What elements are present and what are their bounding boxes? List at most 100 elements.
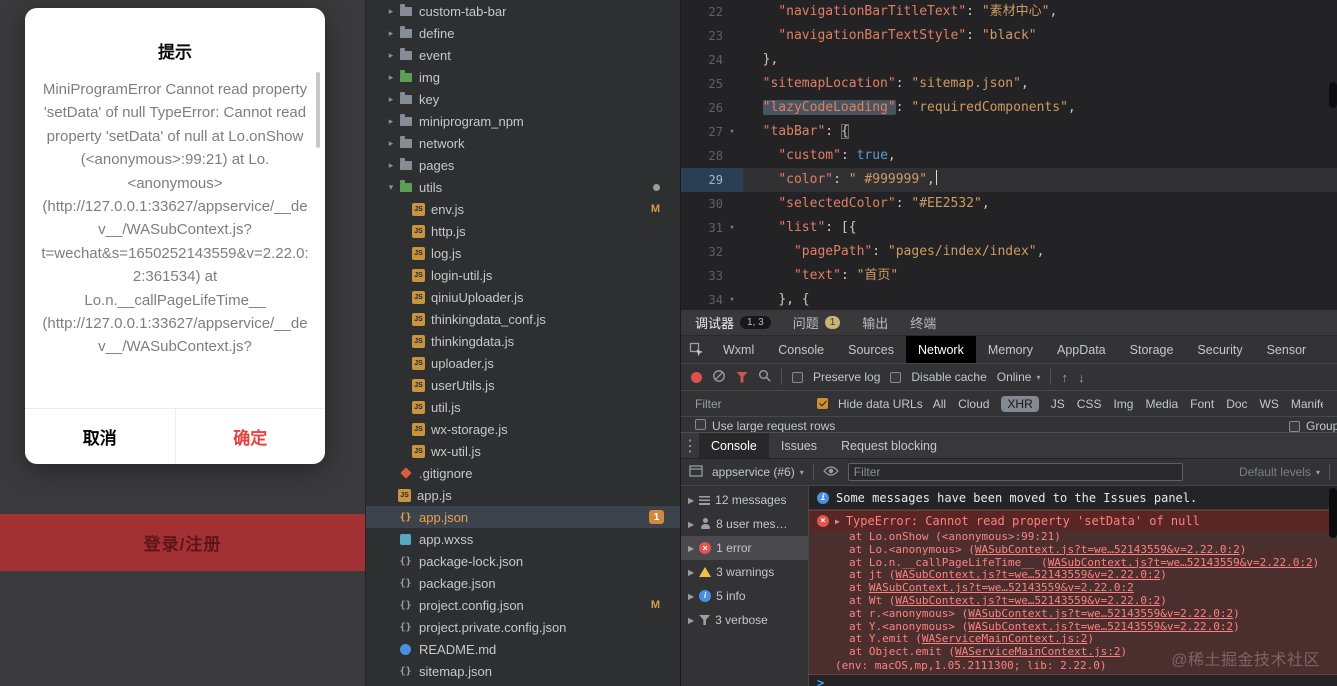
panel-tab-0[interactable]: 调试器 1, 3 — [695, 313, 771, 332]
more-options-icon[interactable]: ⋮ — [681, 433, 699, 458]
error-title-row[interactable]: × ▶ TypeError: Cannot read property 'set… — [809, 511, 1337, 531]
tree-item[interactable]: .gitignore — [366, 462, 680, 484]
code-line[interactable]: 24 }, — [681, 48, 1337, 72]
tree-item[interactable]: JS http.js — [366, 220, 680, 242]
devtools-tab-memory[interactable]: Memory — [976, 336, 1045, 363]
chevron-down-icon[interactable]: ▾ — [384, 182, 398, 193]
tree-item[interactable]: {} app.json 1 — [366, 506, 680, 528]
tree-item[interactable]: ▸ define — [366, 22, 680, 44]
fold-arrow-icon[interactable]: ▾ — [723, 288, 741, 310]
tree-item[interactable]: {} project.config.json M — [366, 594, 680, 616]
tree-item[interactable]: ▸ network — [366, 132, 680, 154]
console-sidebar-item[interactable]: ▶ 3 warnings — [681, 560, 808, 584]
stack-link[interactable]: WAServiceMainContext.js:2 — [922, 633, 1088, 645]
panel-tab-1[interactable]: 问题 1 — [793, 313, 841, 332]
code-line[interactable]: 27 ▾ "tabBar": { — [681, 120, 1337, 144]
fold-arrow-icon[interactable]: ▾ — [723, 120, 741, 144]
console-tab-issues[interactable]: Issues — [769, 433, 829, 458]
console-scrollbar[interactable] — [1329, 488, 1337, 538]
tree-item[interactable]: JS env.js M — [366, 198, 680, 220]
devtools-tab-network[interactable]: Network — [905, 336, 976, 363]
code-line[interactable]: 23 "navigationBarTextStyle": "black" — [681, 24, 1337, 48]
tree-item[interactable]: ▸ key — [366, 88, 680, 110]
stack-link[interactable]: WASubContext.js?t=we…52143559&v=2.22.0:2 — [895, 569, 1160, 581]
tree-item[interactable]: README.md — [366, 638, 680, 660]
console-sidebar-item[interactable]: ▶ 8 user mes… — [681, 512, 808, 536]
tree-item[interactable]: ▸ event — [366, 44, 680, 66]
tree-item[interactable]: JS qiniuUploader.js — [366, 286, 680, 308]
chevron-right-icon[interactable]: ▸ — [384, 94, 398, 105]
inspect-element-icon[interactable] — [681, 336, 711, 363]
search-icon[interactable] — [758, 369, 771, 385]
panel-tab-3[interactable]: 终端 — [910, 313, 936, 332]
tree-item[interactable]: JS userUtils.js — [366, 374, 680, 396]
console-sidebar-item[interactable]: ▶ 3 verbose — [681, 608, 808, 632]
devtools-tab-console[interactable]: Console — [766, 336, 836, 363]
stack-link[interactable]: WASubContext.js?t=we…52143559&v=2.22.0:2 — [968, 621, 1233, 633]
code-line[interactable]: 33 "text": "首页" — [681, 264, 1337, 288]
devtools-tab-wxml[interactable]: Wxml — [711, 336, 766, 363]
record-button[interactable] — [691, 371, 702, 383]
code-line[interactable]: 31 ▾ "list": [{ — [681, 216, 1337, 240]
console-sidebar-item[interactable]: ▶ 12 messages — [681, 488, 808, 512]
eye-icon[interactable] — [822, 465, 839, 480]
large-rows-checkbox[interactable] — [695, 419, 706, 430]
execution-context-dropdown[interactable]: appservice (#6) ▾ — [712, 465, 804, 479]
stack-link[interactable]: WASubContext.js?t=we…52143559&v=2.22.0:2 — [1048, 557, 1313, 569]
group-by-frame-checkbox[interactable] — [1289, 420, 1300, 432]
chevron-right-icon[interactable]: ▸ — [384, 160, 398, 171]
tree-item[interactable]: JS thinkingdata_conf.js — [366, 308, 680, 330]
chevron-right-icon[interactable]: ▸ — [384, 6, 398, 17]
code-line[interactable]: 34 ▾ }, { — [681, 288, 1337, 310]
code-line[interactable]: 32 "pagePath": "pages/index/index", — [681, 240, 1337, 264]
stack-link[interactable]: WAServiceMainContext.js:2 — [955, 646, 1121, 658]
filter-chip-all[interactable]: All — [933, 397, 946, 411]
tree-item[interactable]: JS app.js — [366, 484, 680, 506]
editor-scrollbar[interactable] — [1329, 82, 1337, 108]
tree-item[interactable] — [366, 682, 680, 686]
preserve-log-checkbox[interactable] — [792, 371, 803, 383]
filter-chip-manifest[interactable]: Manifest — [1291, 397, 1323, 411]
tree-item[interactable]: {} project.private.config.json — [366, 616, 680, 638]
hide-data-urls-checkbox[interactable] — [817, 398, 828, 409]
confirm-button[interactable]: 确定 — [176, 409, 326, 464]
console-sidebar-item[interactable]: ▶ i 5 info — [681, 584, 808, 608]
throttling-dropdown[interactable]: Online ▾ — [997, 370, 1041, 384]
login-register-button[interactable]: 登录/注册 — [0, 514, 365, 571]
code-line[interactable]: 26 "lazyCodeLoading": "requiredComponent… — [681, 96, 1337, 120]
filter-chip-font[interactable]: Font — [1190, 397, 1214, 411]
stack-link[interactable]: WASubContext.js?t=we…52143559&v=2.22.0:2 — [975, 544, 1240, 556]
tree-item[interactable]: ▸ miniprogram_npm — [366, 110, 680, 132]
devtools-tab-storage[interactable]: Storage — [1118, 336, 1186, 363]
filter-chip-doc[interactable]: Doc — [1226, 397, 1247, 411]
tree-item[interactable]: JS wx-util.js — [366, 440, 680, 462]
code-line[interactable]: 25 "sitemapLocation": "sitemap.json", — [681, 72, 1337, 96]
filter-chip-css[interactable]: CSS — [1077, 397, 1102, 411]
tree-item[interactable]: app.wxss — [366, 528, 680, 550]
code-line[interactable]: 22 "navigationBarTitleText": "素材中心", — [681, 0, 1337, 24]
clear-icon[interactable] — [712, 369, 726, 386]
chevron-right-icon[interactable]: ▸ — [384, 72, 398, 83]
disable-cache-checkbox[interactable] — [890, 371, 902, 383]
stack-link[interactable]: WASubContext.js?t=we…52143559&v=2.22.0:2 — [869, 582, 1134, 594]
filter-chip-js[interactable]: JS — [1051, 397, 1065, 411]
tree-item[interactable]: ▾ utils — [366, 176, 680, 198]
console-sidebar-item[interactable]: ▶ × 1 error — [681, 536, 808, 560]
devtools-tab-sensor[interactable]: Sensor — [1255, 336, 1319, 363]
filter-chip-ws[interactable]: WS — [1260, 397, 1279, 411]
stack-link[interactable]: WASubContext.js?t=we…52143559&v=2.22.0:2 — [968, 608, 1233, 620]
tree-item[interactable]: {} package.json — [366, 572, 680, 594]
stack-link[interactable]: WASubContext.js?t=we…52143559&v=2.22.0:2 — [895, 595, 1160, 607]
tree-item[interactable]: JS uploader.js — [366, 352, 680, 374]
console-prompt[interactable]: > — [809, 675, 1337, 686]
filter-funnel-icon[interactable] — [736, 371, 748, 383]
cancel-button[interactable]: 取消 — [25, 409, 176, 464]
tree-item[interactable]: {} package-lock.json — [366, 550, 680, 572]
tree-item[interactable]: JS util.js — [366, 396, 680, 418]
panel-tab-2[interactable]: 输出 — [862, 313, 888, 332]
network-filter-input[interactable]: Filter — [695, 397, 807, 411]
import-har-icon[interactable]: ↑ — [1061, 370, 1068, 385]
log-levels-dropdown[interactable]: Default levels ▾ — [1239, 465, 1320, 479]
chevron-right-icon[interactable]: ▸ — [384, 138, 398, 149]
filter-chip-media[interactable]: Media — [1145, 397, 1178, 411]
